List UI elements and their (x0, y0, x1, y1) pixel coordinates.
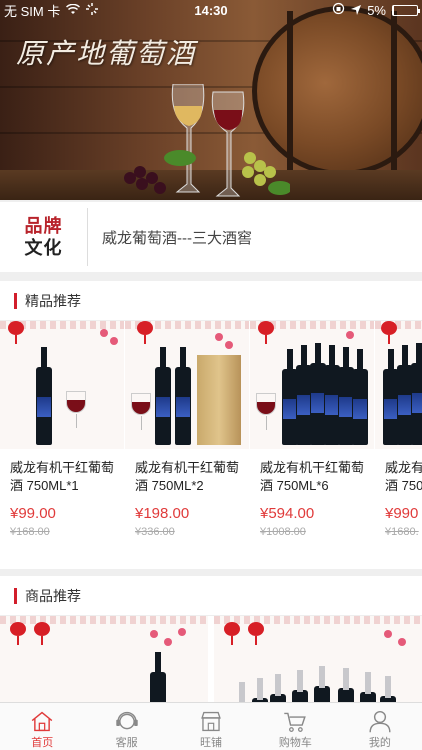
product-original-price: ¥1680. (385, 526, 419, 538)
featured-section: 精品推荐 威龙有机干红葡萄酒 750ML*1 ¥99.00 ¥168.00 威龙… (0, 281, 422, 569)
brand-culture-text[interactable]: 威龙葡萄酒---三大酒窖 (88, 227, 252, 248)
tab-customer-service-label: 客服 (115, 737, 138, 749)
product-price: ¥99.00 (10, 505, 56, 522)
tab-customer-service[interactable]: 客服 (84, 703, 168, 750)
brand-culture-bar[interactable]: 品牌 文化 威龙葡萄酒---三大酒窖 (0, 202, 422, 272)
product-name: 威龙有机干红葡萄酒 750ML*2 (135, 460, 240, 493)
hero-title: 原产地葡萄酒 (16, 37, 197, 70)
product-original-price: ¥1008.00 (260, 526, 306, 538)
section-accent-bar (14, 587, 17, 604)
recommended-section: 商品推荐 (0, 576, 422, 716)
product-price: ¥990 (385, 505, 419, 522)
tab-cart-label: 购物车 (278, 737, 312, 749)
tab-store[interactable]: 旺铺 (169, 703, 253, 750)
store-icon (201, 711, 221, 732)
tab-home[interactable]: 首页 (0, 703, 84, 750)
recommended-section-header: 商品推荐 (0, 576, 422, 616)
bottom-tab-bar: 首页 客服 旺铺 购物车 我的 (0, 702, 422, 750)
clock-time: 14:30 (194, 2, 228, 18)
product-card[interactable]: 威龙有机干红葡萄酒 750ML*1 ¥99.00 ¥168.00 (0, 321, 124, 561)
customer-service-icon (115, 711, 138, 730)
recommended-product-card[interactable] (214, 616, 422, 716)
featured-section-title: 精品推荐 (25, 292, 81, 309)
tab-store-label: 旺铺 (200, 737, 223, 749)
hero-banner[interactable]: 原产地葡萄酒 (0, 0, 422, 200)
cart-icon (284, 712, 307, 732)
product-price: ¥594.00 (260, 505, 315, 522)
featured-product-carousel[interactable]: 威龙有机干红葡萄酒 750ML*1 ¥99.00 ¥168.00 威龙有机干红葡… (0, 321, 422, 561)
product-name: 威龙有机干红葡萄酒 750ML*1 (10, 460, 115, 493)
product-image (250, 321, 374, 449)
product-image (0, 321, 124, 449)
product-name: 威龙有机干红葡萄酒 750ML* (385, 460, 422, 493)
user-icon (369, 710, 391, 733)
product-name: 威龙有机干红葡萄酒 750ML*6 (260, 460, 365, 493)
battery-icon (392, 4, 420, 16)
recommended-product-card[interactable] (0, 616, 208, 716)
recommended-section-title: 商品推荐 (25, 587, 81, 604)
recommended-product-list[interactable] (0, 616, 422, 716)
tab-profile-label: 我的 (368, 737, 391, 749)
product-card[interactable]: 威龙有机干红葡萄酒 750ML*2 ¥198.00 ¥336.00 (125, 321, 249, 561)
grapes-image (124, 150, 290, 195)
product-card[interactable]: 威龙有机干红葡萄酒 750ML*6 ¥594.00 ¥1008.00 (250, 321, 374, 561)
product-original-price: ¥168.00 (10, 526, 50, 538)
status-bar: 无 SIM 卡 14:30 5% (0, 0, 422, 20)
product-card[interactable]: 威龙有机干红葡萄酒 750ML* ¥990 ¥1680. (375, 321, 422, 561)
product-image (125, 321, 249, 449)
brand-culture-logo: 品牌 文化 (0, 208, 88, 266)
section-accent-bar (14, 292, 17, 309)
brand-logo-line1: 品牌 (24, 216, 63, 236)
tab-profile[interactable]: 我的 (338, 703, 422, 750)
brand-logo-line2: 文化 (24, 238, 63, 258)
home-icon (31, 711, 53, 732)
tab-home-label: 首页 (31, 737, 54, 749)
product-image (375, 321, 422, 449)
product-price: ¥198.00 (135, 505, 190, 522)
tab-cart[interactable]: 购物车 (253, 703, 337, 750)
product-original-price: ¥336.00 (135, 526, 175, 538)
featured-section-header: 精品推荐 (0, 281, 422, 321)
